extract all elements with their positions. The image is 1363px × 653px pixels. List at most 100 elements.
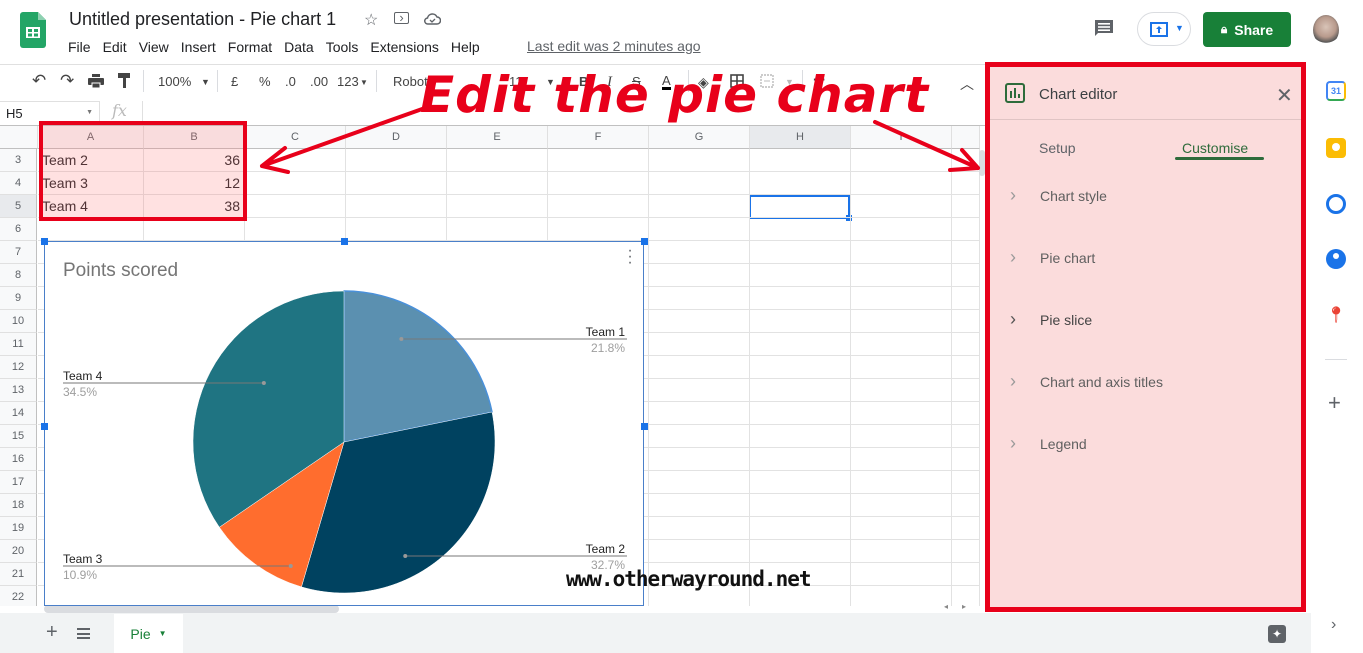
cell[interactable] xyxy=(851,448,952,471)
row-header-3[interactable]: 3 xyxy=(0,149,37,172)
zoom-dropdown-icon[interactable]: ▼ xyxy=(201,77,210,87)
keep-icon[interactable] xyxy=(1326,138,1346,158)
cell[interactable] xyxy=(144,218,245,241)
section-legend[interactable]: › Legend xyxy=(1010,433,1087,454)
resize-handle-tl[interactable] xyxy=(41,238,48,245)
cell[interactable] xyxy=(750,425,851,448)
cell[interactable] xyxy=(346,195,447,218)
cell[interactable] xyxy=(952,241,980,264)
collapse-menu-icon[interactable]: ︿ xyxy=(960,74,974,94)
tab-customise[interactable]: Customise xyxy=(1182,140,1248,156)
resize-handle-tr[interactable] xyxy=(641,238,648,245)
sheets-logo-icon[interactable] xyxy=(20,12,46,48)
maps-icon[interactable]: 📍︎ xyxy=(1326,306,1346,326)
cell[interactable] xyxy=(750,540,851,563)
cell[interactable] xyxy=(952,218,980,241)
row-header-12[interactable]: 12 xyxy=(0,356,37,379)
cell[interactable] xyxy=(952,333,980,356)
resize-handle-t[interactable] xyxy=(341,238,348,245)
move-to-folder-icon[interactable]: › xyxy=(394,11,409,24)
cell[interactable] xyxy=(649,241,750,264)
row-header-9[interactable]: 9 xyxy=(0,287,37,310)
expand-panel-icon[interactable]: › xyxy=(1331,616,1336,634)
cell[interactable] xyxy=(851,586,952,606)
cell[interactable] xyxy=(649,425,750,448)
row-header-10[interactable]: 10 xyxy=(0,310,37,333)
print-icon[interactable] xyxy=(88,74,104,88)
cell[interactable] xyxy=(952,471,980,494)
cell[interactable] xyxy=(851,494,952,517)
cell[interactable] xyxy=(952,517,980,540)
redo-icon[interactable]: ↷ xyxy=(60,71,74,91)
more-formats-button[interactable]: 123 xyxy=(337,74,359,89)
cell[interactable] xyxy=(649,379,750,402)
scroll-left-icon[interactable]: ◂ xyxy=(944,602,948,611)
cell[interactable] xyxy=(952,402,980,425)
zoom-select[interactable]: 100% xyxy=(158,74,191,89)
cell[interactable] xyxy=(851,287,952,310)
cell[interactable] xyxy=(245,218,346,241)
resize-handle-r[interactable] xyxy=(641,423,648,430)
cell[interactable] xyxy=(447,195,548,218)
cell[interactable] xyxy=(750,517,851,540)
star-icon[interactable]: ☆ xyxy=(364,10,378,30)
cell[interactable] xyxy=(851,356,952,379)
pie-chart-object[interactable]: Points scored · · · Team 1 21.8% Team 2 32.7%… xyxy=(41,238,648,606)
all-sheets-icon[interactable] xyxy=(77,628,90,639)
cell[interactable] xyxy=(649,402,750,425)
row-header-17[interactable]: 17 xyxy=(0,471,37,494)
cell[interactable] xyxy=(750,402,851,425)
cell[interactable] xyxy=(750,218,851,241)
cloud-saved-icon[interactable] xyxy=(424,12,441,25)
cell[interactable] xyxy=(952,379,980,402)
cell[interactable] xyxy=(952,540,980,563)
cell[interactable] xyxy=(649,264,750,287)
cell[interactable] xyxy=(851,425,952,448)
cell[interactable] xyxy=(750,494,851,517)
calendar-icon[interactable]: 31 xyxy=(1326,81,1346,101)
row-header-16[interactable]: 16 xyxy=(0,448,37,471)
cell[interactable] xyxy=(750,287,851,310)
cell[interactable] xyxy=(851,241,952,264)
row-header-4[interactable]: 4 xyxy=(0,172,37,195)
comment-history-icon[interactable] xyxy=(1093,18,1115,38)
add-sheet-icon[interactable]: + xyxy=(46,621,58,644)
menu-edit[interactable]: Edit xyxy=(97,37,133,57)
cell[interactable] xyxy=(952,356,980,379)
menu-view[interactable]: View xyxy=(133,37,175,57)
cell[interactable] xyxy=(851,471,952,494)
cell[interactable] xyxy=(649,287,750,310)
document-title[interactable]: Untitled presentation - Pie chart 1 xyxy=(69,9,336,30)
cell[interactable] xyxy=(952,563,980,586)
cell[interactable] xyxy=(649,356,750,379)
row-header-18[interactable]: 18 xyxy=(0,494,37,517)
format-currency-button[interactable]: £ xyxy=(231,74,238,89)
cell[interactable] xyxy=(649,540,750,563)
decrease-decimal-button[interactable]: .0 xyxy=(285,74,296,89)
row-header-11[interactable]: 11 xyxy=(0,333,37,356)
cell[interactable] xyxy=(952,494,980,517)
cell[interactable] xyxy=(750,333,851,356)
row-header-7[interactable]: 7 xyxy=(0,241,37,264)
section-chart-axis-titles[interactable]: › Chart and axis titles xyxy=(1010,371,1163,392)
contacts-icon[interactable] xyxy=(1326,249,1346,269)
cell[interactable] xyxy=(952,310,980,333)
present-button[interactable]: ▼ xyxy=(1137,12,1191,46)
cell[interactable] xyxy=(548,195,649,218)
cell[interactable] xyxy=(447,218,548,241)
row-header-5[interactable]: 5 xyxy=(0,195,37,218)
cell[interactable] xyxy=(750,241,851,264)
tasks-icon[interactable] xyxy=(1326,194,1346,214)
cell[interactable] xyxy=(649,494,750,517)
cell[interactable] xyxy=(346,218,447,241)
scroll-right-icon[interactable]: ▸ xyxy=(962,602,966,611)
menu-help[interactable]: Help xyxy=(445,37,486,57)
format-percent-button[interactable]: % xyxy=(259,74,271,89)
cell[interactable] xyxy=(851,517,952,540)
cell[interactable] xyxy=(245,195,346,218)
cell[interactable] xyxy=(38,218,144,241)
cell[interactable] xyxy=(851,218,952,241)
cell[interactable] xyxy=(851,379,952,402)
cell[interactable] xyxy=(851,195,952,218)
cell[interactable] xyxy=(851,402,952,425)
